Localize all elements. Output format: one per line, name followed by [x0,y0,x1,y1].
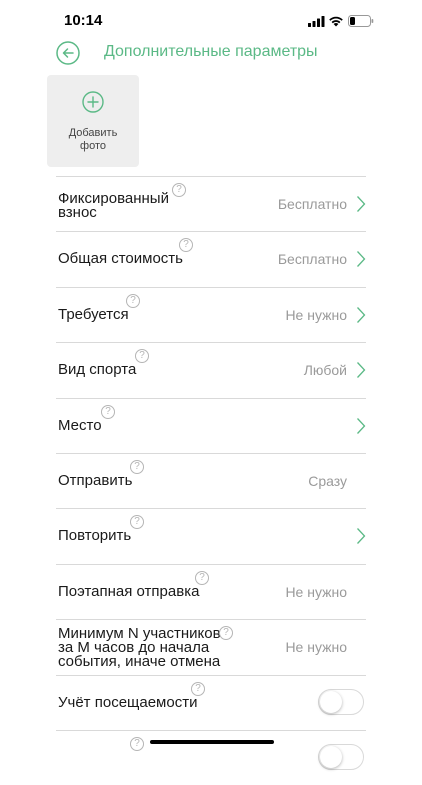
setting-row-required[interactable]: Требуется ? Не нужно [56,286,366,342]
setting-label: Учёт посещаемости [58,693,198,711]
plus-circle-icon [82,91,104,113]
add-photo-button[interactable]: Добавить фото [47,75,139,167]
chevron-right-icon [357,306,366,323]
setting-row-repeat[interactable]: Повторить ? [56,508,366,563]
setting-row-attendance[interactable]: Учёт посещаемости ? [56,674,366,730]
page-title: Дополнительные параметры [104,43,318,60]
help-icon[interactable]: ? [172,183,186,197]
help-icon[interactable]: ? [101,404,115,419]
help-icon[interactable]: ? [130,459,144,474]
setting-value: Бесплатно [277,196,347,212]
toggle-knob [320,745,342,768]
chevron-right-icon [357,362,366,379]
chevron-right-icon [357,196,366,212]
setting-label: Отправить [58,471,133,489]
setting-value: Не нужно [285,306,347,323]
setting-label: Место [58,416,102,434]
setting-label: Требуется [58,305,129,323]
header: Дополнительные параметры [0,36,422,70]
setting-toggle[interactable] [318,743,364,770]
setting-label: Вид спорта [58,361,137,379]
setting-row-min-participants[interactable]: Минимум N участников за М часов до начал… [56,619,366,674]
arrow-left-circle-icon[interactable] [56,41,80,65]
setting-value: Любой [303,362,347,379]
cellular-signal-icon [308,16,325,27]
help-icon[interactable]: ? [195,570,209,585]
setting-row-total-cost[interactable]: Общая стоимость ? Бесплатно [56,231,366,286]
attendance-toggle[interactable] [318,688,364,715]
setting-row-place[interactable]: Место ? [56,397,366,453]
setting-row-sport-type[interactable]: Вид спорта ? Любой [56,342,366,397]
chevron-right-icon [357,528,366,545]
setting-label: Поэтапная отправка [58,582,200,600]
setting-row-partial[interactable]: ? [56,729,366,785]
help-icon[interactable]: ? [191,681,205,696]
setting-label: Минимум N участников за М часов до начал… [58,625,221,671]
wifi-icon [329,16,343,27]
toggle-knob [320,690,342,713]
setting-value: Не нужно [285,639,347,656]
setting-value: Бесплатно [277,251,347,268]
chevron-right-icon [357,417,366,434]
setting-label: Общая стоимость [58,250,183,268]
setting-row-fixed-fee[interactable]: Фиксированный взнос ? Бесплатно [56,176,366,231]
setting-label: Повторить [58,527,132,545]
chevron-right-icon [357,251,366,268]
help-icon[interactable]: ? [130,736,144,751]
battery-icon [348,15,374,27]
home-indicator [150,740,274,744]
add-photo-label: Добавить фото [68,127,118,152]
setting-row-staged-send[interactable]: Поэтапная отправка ? Не нужно [56,563,366,619]
setting-row-send[interactable]: Отправить ? Сразу [56,452,366,508]
help-icon[interactable]: ? [179,238,193,253]
help-icon[interactable]: ? [219,626,233,641]
setting-value: Сразу [308,472,347,489]
help-icon[interactable]: ? [126,293,140,308]
help-icon[interactable]: ? [135,349,149,364]
status-time: 10:14 [64,12,103,29]
setting-value: Не нужно [285,583,347,600]
setting-label: Фиксированный взнос [58,190,169,221]
help-icon[interactable]: ? [130,515,144,530]
settings-list: Фиксированный взнос ? Бесплатно Общая ст… [56,176,366,785]
